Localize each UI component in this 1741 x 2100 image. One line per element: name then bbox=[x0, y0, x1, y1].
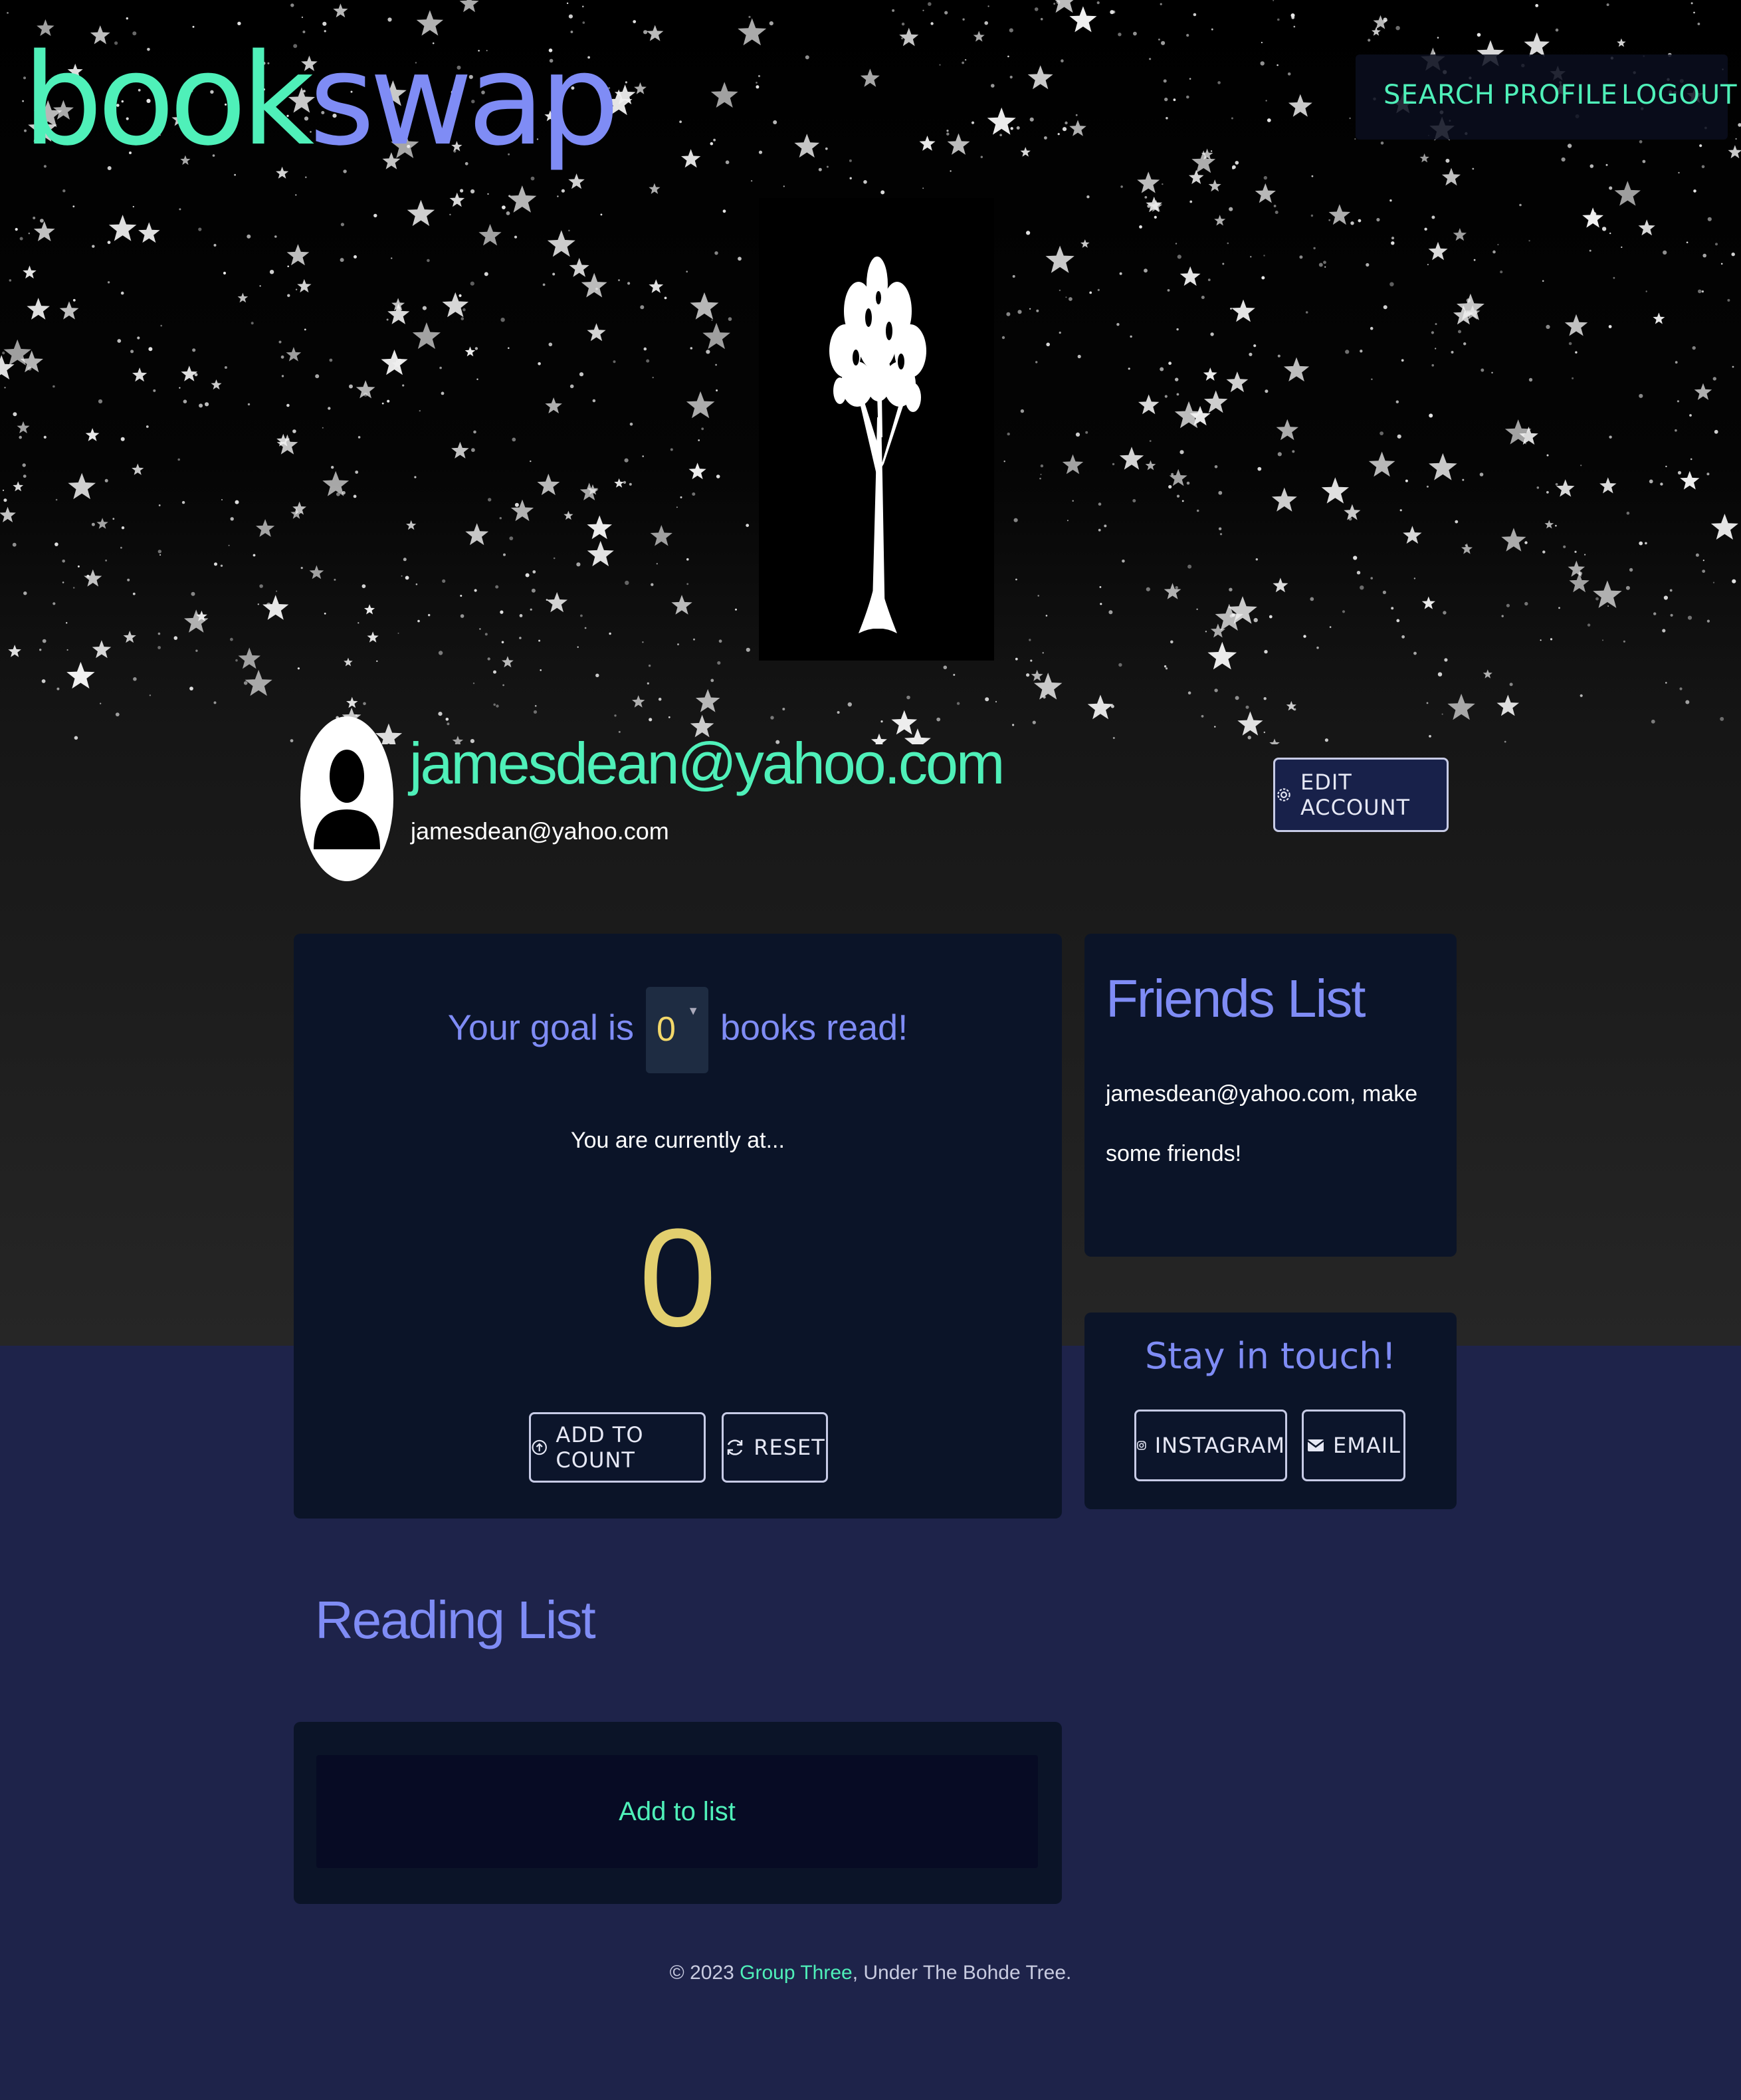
goal-prefix: Your goal is bbox=[447, 1007, 635, 1048]
friends-empty-message: jamesdean@yahoo.com, make some friends! bbox=[1106, 1081, 1418, 1166]
reading-list-title: Reading List bbox=[315, 1590, 596, 1649]
nav-search-link[interactable]: SEARCH bbox=[1383, 80, 1495, 110]
instagram-icon bbox=[1137, 1441, 1146, 1450]
arrow-up-circle-icon bbox=[532, 1439, 547, 1455]
goal-select[interactable]: 0 ▼ bbox=[646, 987, 709, 1073]
footer-suffix: , Under The Bohde Tree. bbox=[852, 1962, 1072, 1984]
goal-sentence: Your goal is 0 ▼ books read! bbox=[294, 987, 1062, 1073]
reading-goal-card: Your goal is 0 ▼ books read! You are curren… bbox=[294, 934, 1062, 1519]
tree-image bbox=[759, 198, 994, 661]
friends-list-card: Friends List jamesdean@yahoo.com, make s… bbox=[1084, 934, 1457, 1257]
bookswap-logo[interactable]: bookswap bbox=[23, 31, 620, 170]
add-to-list-button[interactable]: Add to list bbox=[316, 1755, 1038, 1868]
books-read-count: 0 bbox=[639, 1200, 717, 1356]
footer-copyright: © 2023 bbox=[669, 1962, 734, 1984]
edit-account-label: EDIT ACCOUNT bbox=[1300, 770, 1411, 820]
email-label: EMAIL bbox=[1333, 1433, 1401, 1458]
envelope-icon bbox=[1307, 1439, 1324, 1451]
edit-account-button[interactable]: EDIT ACCOUNT bbox=[1273, 758, 1449, 832]
nav-profile-link[interactable]: PROFILE bbox=[1503, 80, 1618, 110]
profile-email: jamesdean@yahoo.com bbox=[411, 817, 669, 845]
profile-username: jamesdean@yahoo.com bbox=[409, 730, 1005, 796]
chevron-down-icon: ▼ bbox=[687, 1004, 700, 1017]
goal-suffix: books read! bbox=[720, 1007, 908, 1048]
friends-list-title: Friends List bbox=[1106, 969, 1366, 1028]
goal-select-value: 0 bbox=[657, 1010, 676, 1049]
add-to-count-button[interactable]: ADD TO COUNT bbox=[529, 1412, 706, 1483]
user-avatar-icon bbox=[314, 750, 380, 849]
reset-button[interactable]: RESET bbox=[722, 1412, 828, 1483]
stay-in-touch-card: Stay in touch! INSTAGRAM EMAIL bbox=[1084, 1312, 1457, 1509]
email-button[interactable]: EMAIL bbox=[1302, 1410, 1405, 1481]
refresh-icon bbox=[727, 1439, 743, 1455]
stay-in-touch-title: Stay in touch! bbox=[1144, 1335, 1397, 1377]
nav-logout-link[interactable]: LOGOUT bbox=[1621, 80, 1738, 110]
avatar bbox=[300, 716, 393, 881]
current-count-label: You are currently at... bbox=[571, 1128, 785, 1153]
reading-list-card: Add to list bbox=[294, 1722, 1062, 1904]
logo-book: book bbox=[23, 27, 314, 173]
instagram-button[interactable]: INSTAGRAM bbox=[1134, 1410, 1287, 1481]
add-to-count-label: ADD TO COUNT bbox=[556, 1422, 644, 1473]
gear-icon bbox=[1277, 788, 1290, 801]
instagram-label: INSTAGRAM bbox=[1154, 1433, 1285, 1458]
footer-group-link[interactable]: Group Three bbox=[740, 1962, 853, 1984]
logo-swap: swap bbox=[309, 27, 619, 173]
tree-icon bbox=[829, 257, 926, 633]
footer: © 2023 Group Three, Under The Bohde Tree… bbox=[0, 1962, 1741, 1984]
reset-label: RESET bbox=[754, 1435, 825, 1460]
top-nav: SEARCH PROFILE LOGOUT bbox=[1356, 54, 1737, 140]
